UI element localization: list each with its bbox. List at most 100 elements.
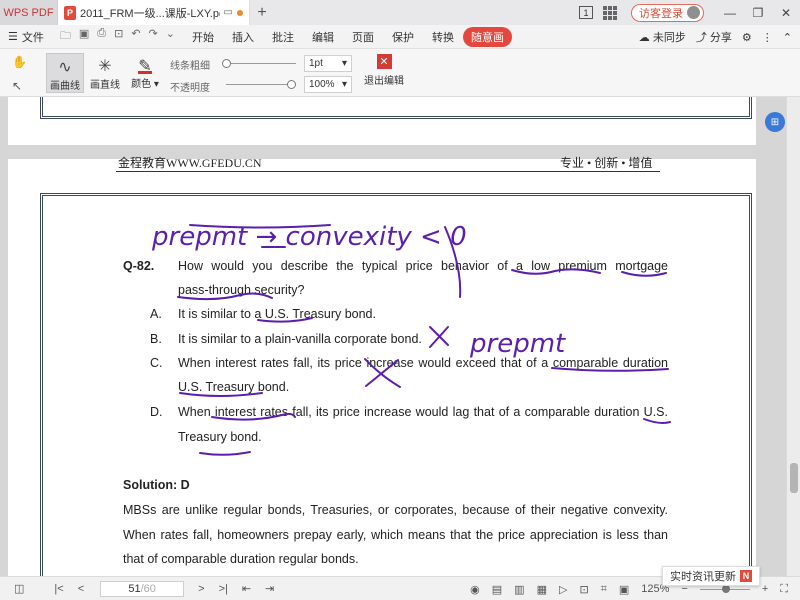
visitor-login-button[interactable]: 访客登录: [631, 3, 704, 22]
cloud-icon: ☁: [638, 32, 650, 44]
more-icon[interactable]: ⋮: [762, 31, 773, 44]
menu-bar: ☰ 文件 🗀 ▣ ⎙ ⊡ ↶ ↷ ⌄ 开始 插入 批注 编辑 页面 保护 转换 …: [0, 25, 800, 49]
draw-curve-label: 画曲线: [50, 81, 80, 92]
draw-curve-button[interactable]: ∿ 画曲线: [46, 53, 84, 93]
apps-grid-icon[interactable]: [603, 5, 619, 20]
current-page-number: 51: [128, 582, 141, 595]
close-icon: ✕: [376, 54, 392, 69]
draw-line-button[interactable]: ✳ 画直线: [86, 53, 124, 93]
prev-page-icon[interactable]: <: [78, 583, 84, 595]
settings-icon[interactable]: ⚙: [742, 31, 752, 44]
menu-item-annotate[interactable]: 批注: [263, 29, 303, 45]
fullscreen-icon[interactable]: ⛶: [780, 583, 788, 596]
thickness-value: 1pt: [309, 58, 323, 69]
minimize-icon[interactable]: —: [716, 0, 744, 25]
fit-page-icon[interactable]: ⌗: [601, 583, 607, 596]
menu-item-page[interactable]: 页面: [343, 29, 383, 45]
hand-tool-icon[interactable]: ✋: [12, 55, 27, 69]
restore-icon[interactable]: ❐: [744, 0, 772, 25]
collapse-icon[interactable]: ⌃: [783, 31, 792, 44]
back-icon[interactable]: ⇤: [242, 582, 251, 595]
vertical-scrollbar[interactable]: [786, 97, 800, 576]
color-button[interactable]: ✎ 颜色 ▾: [126, 53, 164, 93]
ink-stroke: [551, 367, 669, 372]
ink-annotation-layer[interactable]: prepmt → convexity < 0 prepmt: [0, 97, 786, 576]
fit-width-icon[interactable]: ▣: [619, 583, 629, 596]
menu-item-edit[interactable]: 编辑: [303, 29, 343, 45]
drawing-toolbar: ✋ ↖ ∿ 画曲线 ✳ 画直线 ✎ 颜色 ▾ 线条粗细 不透明度 1pt ▾ 1…: [0, 49, 800, 97]
menu-item-protect[interactable]: 保护: [383, 29, 423, 45]
chevron-down-icon: ▾: [341, 58, 347, 69]
exit-edit-label: 退出编辑: [364, 76, 404, 87]
single-page-icon[interactable]: ▤: [492, 583, 502, 596]
open-folder-icon[interactable]: 🗀: [60, 27, 71, 46]
zoom-slider[interactable]: [699, 584, 750, 593]
save-icon[interactable]: ▣: [79, 27, 89, 46]
share-icon: ⤴: [695, 32, 707, 44]
document-tab[interactable]: P 2011_FRM一级...课版-LXY.pdf ▭: [58, 0, 250, 25]
actual-size-icon[interactable]: ⊡: [579, 583, 588, 596]
sidebar-toggle-icon[interactable]: ◫: [14, 582, 24, 595]
opacity-slider[interactable]: [226, 84, 296, 85]
floating-tool-icon[interactable]: ⊞: [765, 112, 785, 132]
ink-stroke: [643, 418, 671, 424]
menu-item-convert[interactable]: 转换: [423, 29, 463, 45]
thickness-slider[interactable]: [226, 63, 296, 64]
continuous-page-icon[interactable]: ▥: [514, 583, 524, 596]
news-badge-icon: N: [740, 570, 752, 582]
document-area[interactable]: 金程教育WWW.GFEDU.CN 专业 • 创新 • 增值 Q-82. How …: [0, 97, 786, 576]
dropdown-icon[interactable]: ⌄: [166, 27, 175, 46]
menu-item-freehand[interactable]: 随意画: [462, 26, 512, 47]
opacity-slider-knob[interactable]: [287, 80, 296, 89]
export-icon[interactable]: ⊡: [114, 27, 123, 46]
undo-icon[interactable]: ↶: [131, 27, 140, 46]
print-icon[interactable]: ⎙: [97, 27, 106, 46]
tablet-icon[interactable]: ▭: [224, 7, 233, 18]
color-label: 颜色 ▾: [131, 79, 159, 90]
page-badge-icon[interactable]: 1: [579, 6, 593, 19]
opacity-select[interactable]: 100% ▾: [304, 76, 352, 93]
last-page-icon[interactable]: >|: [219, 583, 228, 595]
double-page-icon[interactable]: ▦: [537, 583, 547, 596]
visitor-login-label: 访客登录: [639, 7, 683, 20]
title-bar: WPS PDF P 2011_FRM一级...课版-LXY.pdf ▭ + 1 …: [0, 0, 800, 25]
ink-stroke: [621, 271, 667, 277]
eye-icon[interactable]: ◉: [470, 583, 480, 596]
total-pages: /60: [140, 582, 156, 595]
ink-stroke: [177, 292, 273, 301]
ink-note-side: prepmt: [469, 329, 566, 359]
ink-stroke: [257, 317, 313, 323]
line-icon: ✳: [98, 58, 112, 75]
page-number-input[interactable]: 51 /60: [100, 580, 185, 597]
hamburger-icon: ☰: [8, 31, 18, 43]
forward-icon[interactable]: ⇥: [265, 582, 274, 595]
file-menu-label: 文件: [21, 31, 44, 44]
opacity-label: 不透明度: [170, 83, 210, 94]
unsaved-dot-icon: [237, 9, 243, 16]
document-tab-title: 2011_FRM一级...课版-LXY.pdf: [80, 7, 220, 20]
next-page-icon[interactable]: >: [198, 583, 204, 595]
select-tool-icon[interactable]: ↖: [12, 79, 26, 93]
file-menu[interactable]: ☰ 文件: [0, 29, 52, 45]
sync-label: 未同步: [652, 32, 686, 44]
curve-icon: ∿: [58, 59, 72, 76]
new-tab-button[interactable]: +: [250, 0, 274, 25]
menu-item-insert[interactable]: 插入: [223, 29, 263, 45]
share-button[interactable]: ⤴ 分享: [696, 29, 732, 45]
redo-icon[interactable]: ↷: [149, 27, 158, 46]
ink-stroke: [179, 392, 263, 397]
app-tab[interactable]: WPS PDF: [0, 0, 58, 25]
ink-stroke: [211, 412, 296, 421]
scroll-thumb[interactable]: [790, 463, 798, 493]
menu-item-start[interactable]: 开始: [183, 29, 223, 45]
zoom-in-icon[interactable]: +: [762, 583, 768, 595]
sync-status[interactable]: ☁ 未同步: [639, 29, 686, 45]
exit-edit-button[interactable]: ✕ 退出编辑: [362, 54, 406, 87]
first-page-icon[interactable]: |<: [54, 583, 63, 595]
play-icon[interactable]: ▷: [559, 583, 567, 596]
close-icon[interactable]: ✕: [772, 0, 800, 25]
thickness-slider-knob[interactable]: [222, 59, 231, 68]
chevron-down-icon: ▾: [341, 79, 347, 90]
news-toast[interactable]: 实时资讯更新 N: [662, 566, 760, 586]
thickness-select[interactable]: 1pt ▾: [304, 55, 352, 72]
